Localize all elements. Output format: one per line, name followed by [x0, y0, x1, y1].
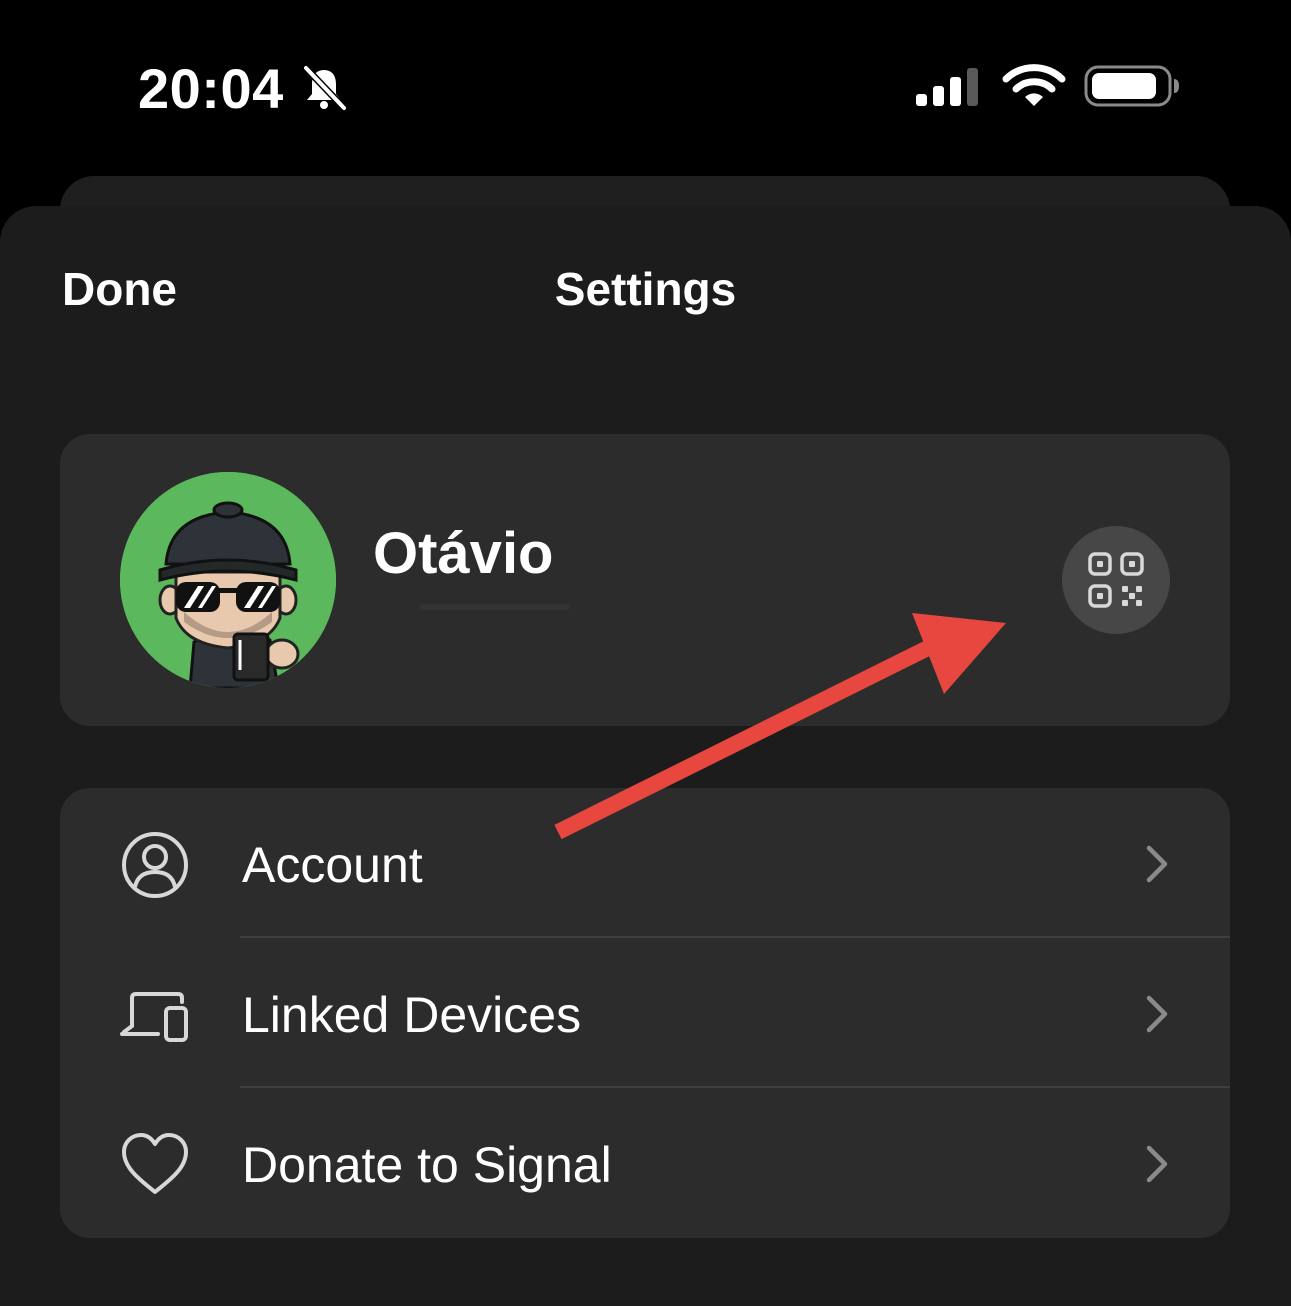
- chevron-right-icon: [1146, 995, 1168, 1033]
- avatar-illustration: [120, 472, 336, 688]
- profile-card[interactable]: Otávio: [60, 434, 1230, 726]
- bell-slash-icon: [302, 64, 348, 112]
- menu-item-label: Donate to Signal: [242, 1137, 612, 1193]
- profile-name: Otávio: [373, 521, 554, 586]
- chevron-right-icon: [1146, 1145, 1168, 1183]
- wifi-icon: [1002, 64, 1066, 106]
- chevron-right-icon: [1146, 845, 1168, 883]
- page-title: Settings: [554, 263, 737, 315]
- status-bar: 20:04: [0, 0, 1291, 175]
- person-circle-icon: [122, 832, 188, 898]
- qr-code-button[interactable]: [1062, 526, 1170, 634]
- cellular-signal-icon: [916, 68, 978, 106]
- qr-code-icon: [1088, 552, 1144, 608]
- menu-item-donate[interactable]: Donate to Signal: [60, 1088, 1230, 1238]
- settings-menu: Account Linked Devices Donate to Signal: [60, 788, 1230, 1238]
- devices-icon: [120, 992, 188, 1042]
- menu-item-label: Account: [242, 837, 423, 893]
- avatar[interactable]: [120, 472, 336, 688]
- battery-icon: [1084, 65, 1179, 107]
- heart-icon: [122, 1133, 188, 1194]
- menu-item-linked-devices[interactable]: Linked Devices: [60, 938, 1230, 1088]
- profile-phone-redacted: [420, 604, 570, 610]
- status-time: 20:04: [138, 57, 284, 120]
- menu-item-label: Linked Devices: [242, 987, 582, 1043]
- menu-item-account[interactable]: Account: [60, 788, 1230, 938]
